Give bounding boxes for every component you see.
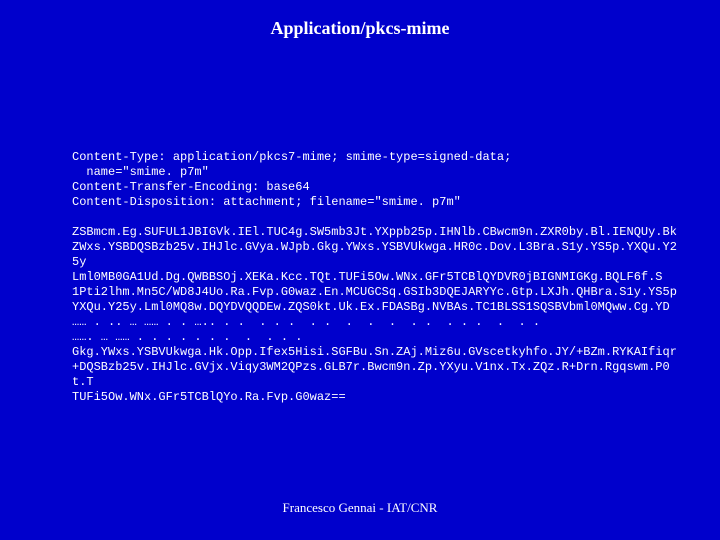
- slide-content: Content-Type: application/pkcs7-mime; sm…: [72, 150, 680, 405]
- slide-footer: Francesco Gennai - IAT/CNR: [0, 500, 720, 516]
- base64-line: TUFi5Ow.WNx.GFr5TCBlQYo.Ra.Fvp.G0waz==: [72, 390, 346, 404]
- slide-title: Application/pkcs-mime: [0, 0, 720, 39]
- slide: Application/pkcs-mime Content-Type: appl…: [0, 0, 720, 540]
- base64-line: Lml0MB0GA1Ud.Dg.QWBBSOj.XEKa.Kcc.TQt.TUF…: [72, 270, 663, 284]
- base64-line: YXQu.Y25y.Lml0MQ8w.DQYDVQQDEw.ZQS0kt.Uk.…: [72, 300, 670, 314]
- header-transfer-encoding: Content-Transfer-Encoding: base64: [72, 180, 310, 194]
- header-content-type-name: name="smime. p7m": [72, 165, 209, 179]
- header-content-type: Content-Type: application/pkcs7-mime; sm…: [72, 150, 511, 164]
- base64-line: ZWxs.YSBDQSBzb25v.IHJlc.GVya.WJpb.Gkg.YW…: [72, 240, 677, 269]
- base64-line: +DQSBzb25v.IHJlc.GVjx.Viqy3WM2QPzs.GLB7r…: [72, 360, 670, 389]
- base64-line: …… . .. … …… . . ….. . . . . . . . . . .…: [72, 315, 540, 329]
- base64-line: ……. … …… . . . . . . . . . . .: [72, 330, 302, 344]
- base64-line: ZSBmcm.Eg.SUFUL1JBIGVk.IEl.TUC4g.SW5mb3J…: [72, 225, 677, 239]
- base64-line: 1Pti2lhm.Mn5C/WD8J4Uo.Ra.Fvp.G0waz.En.MC…: [72, 285, 677, 299]
- base64-line: Gkg.YWxs.YSBVUkwga.Hk.Opp.Ifex5Hisi.SGFB…: [72, 345, 677, 359]
- header-content-disposition: Content-Disposition: attachment; filenam…: [72, 195, 461, 209]
